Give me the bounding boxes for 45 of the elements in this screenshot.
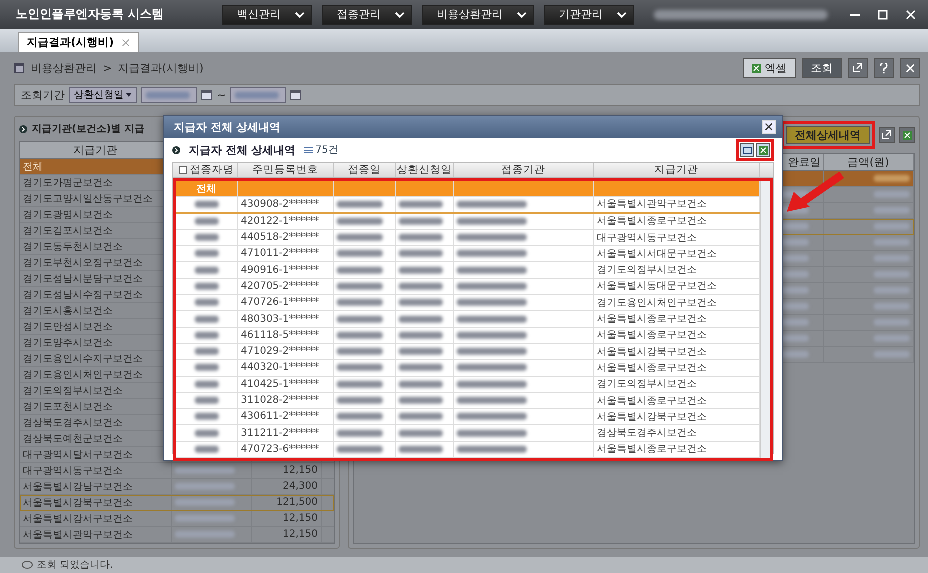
- table-cell: 490916-1******: [238, 262, 334, 278]
- table-cell: 461118-5******: [238, 328, 334, 343]
- table-cell: 410425-1******: [238, 376, 334, 392]
- column-header: 지급기관: [594, 163, 760, 177]
- table-cell: 서울특별시강서구보건소: [20, 511, 172, 526]
- table-cell: 420122-1******: [238, 214, 334, 229]
- dialog-title: 지급자 전체 상세내역: [174, 120, 281, 134]
- column-header: 접종기관: [454, 163, 594, 177]
- table-cell: 대구광역시동구보건소: [20, 463, 172, 478]
- table-cell: 12,150: [252, 463, 322, 478]
- breadcrumb-item: 지급결과(시행비): [118, 60, 204, 76]
- table-cell: 470723-6******: [238, 442, 334, 458]
- breadcrumb-item: 비용상환관리: [31, 60, 97, 76]
- column-header: 접종자명: [176, 163, 238, 177]
- column-header: 상환신청일: [396, 163, 454, 177]
- table-cell: 24,300: [252, 479, 322, 494]
- table-cell: 서울특별시강북구보건소: [20, 495, 172, 510]
- column-header: 주민등록번호: [238, 163, 334, 177]
- table-cell: 430908-2******: [238, 197, 334, 212]
- column-header: 접종일: [334, 163, 396, 177]
- filter-label: 조회기간: [21, 88, 65, 103]
- table-cell: 서울특별시강남구보건소: [20, 479, 172, 494]
- breadcrumb-separator: >: [103, 62, 112, 75]
- table-cell: 12,150: [252, 511, 322, 526]
- table-cell: 440320-1******: [238, 360, 334, 376]
- status-message: 조회 되었습니다.: [37, 559, 114, 572]
- table-cell: 440518-2******: [238, 230, 334, 246]
- panel-title: 지급기관(보건소)별 지급: [32, 123, 145, 138]
- table-cell: 311211-2******: [238, 425, 334, 441]
- app-title: 노인인플루엔자등록 시스템: [16, 6, 166, 24]
- table-cell: 471011-2******: [238, 246, 334, 262]
- record-count: 75건: [304, 143, 338, 157]
- table-cell: 470726-1******: [238, 295, 334, 310]
- column-header: 금액(원): [824, 154, 914, 170]
- table-cell: 전체: [176, 181, 238, 196]
- section-heading: 지급자 전체 상세내역: [189, 142, 296, 158]
- table-cell: 서울특별시관악구보건소: [20, 527, 172, 542]
- table-cell: 121,500: [252, 495, 322, 510]
- range-separator: ~: [217, 88, 226, 102]
- table-cell: 12,150: [252, 527, 322, 542]
- table-cell: 471029-2******: [238, 344, 334, 360]
- table-cell: 420705-2******: [238, 278, 334, 294]
- table-cell: 311028-2******: [238, 392, 334, 408]
- table-cell: 480303-1******: [238, 311, 334, 327]
- table-cell: 430611-2******: [238, 409, 334, 424]
